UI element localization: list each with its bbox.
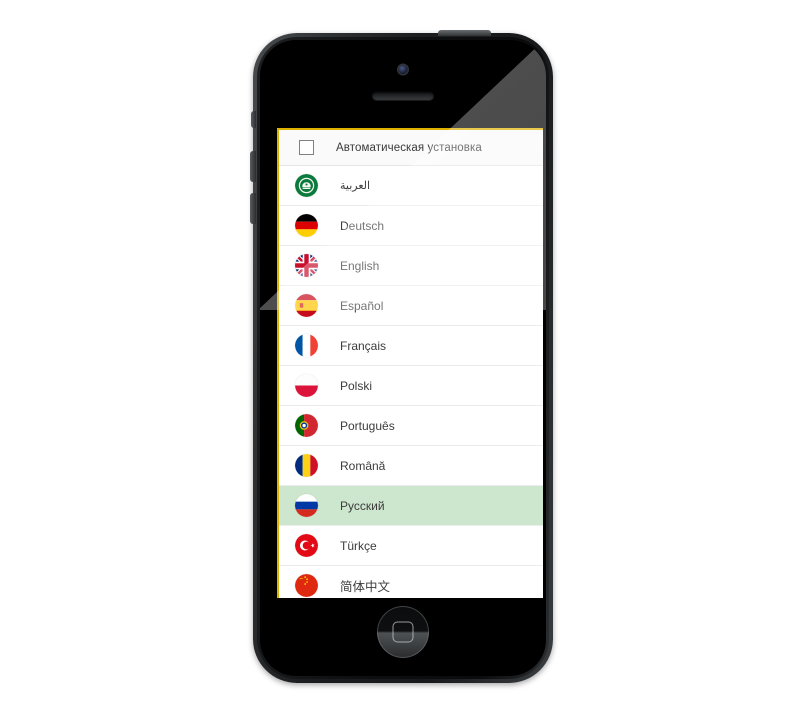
language-list: العربية Deutsch English Español Français Pols… xyxy=(279,166,543,598)
auto-install-label: Автоматическая установка xyxy=(336,141,482,154)
language-label: Español xyxy=(340,298,384,313)
arab-league-flag-icon xyxy=(295,174,318,197)
turkey-flag-icon xyxy=(295,534,318,557)
auto-install-row[interactable]: Автоматическая установка xyxy=(279,130,543,166)
language-label: Română xyxy=(340,458,386,473)
france-flag-icon xyxy=(295,334,318,357)
language-label: 简体中文 xyxy=(340,580,391,594)
language-label: Français xyxy=(340,338,387,353)
language-label: Türkçe xyxy=(340,538,377,553)
phone-front-face: Автоматическая установка العربية Deutsch E… xyxy=(260,40,546,676)
volume-down-button[interactable] xyxy=(250,193,256,224)
home-square-icon xyxy=(392,621,414,643)
language-label: العربية xyxy=(340,180,371,192)
language-label: Português xyxy=(340,418,395,433)
front-camera-icon xyxy=(398,65,408,74)
home-button[interactable] xyxy=(377,606,429,658)
poland-flag-icon xyxy=(295,374,318,397)
language-row-romania[interactable]: Română xyxy=(279,446,543,486)
earpiece-speaker-icon xyxy=(372,91,434,100)
germany-flag-icon xyxy=(295,214,318,237)
language-label: Polski xyxy=(340,378,373,393)
language-label: Deutsch xyxy=(340,218,385,233)
language-row-germany[interactable]: Deutsch xyxy=(279,206,543,246)
china-flag-icon xyxy=(295,574,318,597)
portugal-flag-icon xyxy=(295,414,318,437)
language-row-portugal[interactable]: Português xyxy=(279,406,543,446)
language-row-united-kingdom[interactable]: English xyxy=(279,246,543,286)
language-label: Русский xyxy=(340,498,385,513)
spain-flag-icon xyxy=(295,294,318,317)
united-kingdom-flag-icon xyxy=(295,254,318,277)
app-screen: Автоматическая установка العربية Deutsch E… xyxy=(277,128,543,598)
language-row-turkey[interactable]: Türkçe xyxy=(279,526,543,566)
language-row-france[interactable]: Français xyxy=(279,326,543,366)
language-row-russia[interactable]: Русский xyxy=(279,486,543,526)
auto-install-checkbox[interactable] xyxy=(299,140,314,155)
russia-flag-icon xyxy=(295,494,318,517)
silent-switch[interactable] xyxy=(251,111,256,128)
language-row-arab-league[interactable]: العربية xyxy=(279,166,543,206)
phone-device: Автоматическая установка العربية Deutsch E… xyxy=(250,30,553,683)
romania-flag-icon xyxy=(295,454,318,477)
language-label: English xyxy=(340,258,380,273)
power-button[interactable] xyxy=(438,30,491,36)
language-row-poland[interactable]: Polski xyxy=(279,366,543,406)
language-row-china[interactable]: 简体中文 xyxy=(279,566,543,598)
volume-up-button[interactable] xyxy=(250,151,256,182)
language-row-spain[interactable]: Español xyxy=(279,286,543,326)
